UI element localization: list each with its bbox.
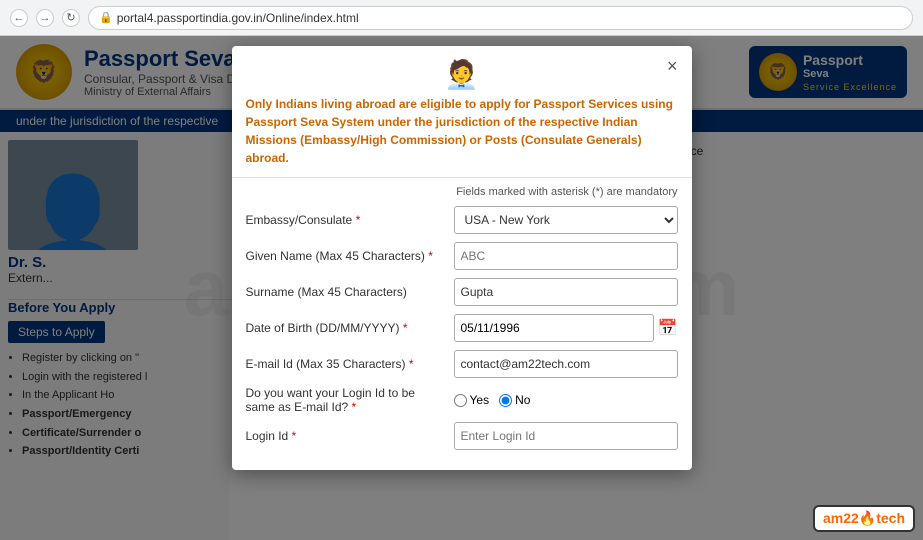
embassy-label: Embassy/Consulate * xyxy=(246,213,446,227)
radio-yes[interactable] xyxy=(454,394,467,407)
given-name-input[interactable] xyxy=(454,242,678,270)
mandatory-note: Fields marked with asterisk (*) are mand… xyxy=(246,186,678,198)
modal-person-icon: 🧑‍💼 xyxy=(444,59,479,90)
email-label: E-mail Id (Max 35 Characters) * xyxy=(246,357,446,371)
login-id-input[interactable] xyxy=(454,422,678,450)
url-text: portal4.passportindia.gov.in/Online/inde… xyxy=(117,11,359,25)
login-id-required-mark: * xyxy=(292,429,297,443)
radio-yes-label[interactable]: Yes xyxy=(454,393,490,407)
am22-flame: 🔥 xyxy=(859,510,876,526)
am22tech-logo: am22🔥tech xyxy=(813,505,915,532)
login-same-label: Do you want your Login Id to be same as … xyxy=(246,386,446,414)
embassy-required-mark: * xyxy=(356,213,361,227)
lock-icon: 🔒 xyxy=(99,11,113,24)
email-row: E-mail Id (Max 35 Characters) * xyxy=(246,350,678,378)
dob-row: Date of Birth (DD/MM/YYYY) * 📅 xyxy=(246,314,678,342)
embassy-row: Embassy/Consulate * USA - New YorkUSA - … xyxy=(246,206,678,234)
dob-wrapper: 📅 xyxy=(454,314,678,342)
am22-text-after: tech xyxy=(876,510,905,526)
radio-no-text: No xyxy=(515,393,530,407)
given-name-row: Given Name (Max 45 Characters) * xyxy=(246,242,678,270)
email-required-mark: * xyxy=(409,357,414,371)
modal-warning-text: Only Indians living abroad are eligible … xyxy=(232,95,692,178)
login-id-label: Login Id * xyxy=(246,429,446,443)
embassy-select[interactable]: USA - New YorkUSA - Los AngelesUSA - Chi… xyxy=(454,206,678,234)
dob-input[interactable] xyxy=(454,314,654,342)
given-name-label: Given Name (Max 45 Characters) * xyxy=(246,249,446,263)
browser-chrome: ← → ↻ 🔒 portal4.passportindia.gov.in/Onl… xyxy=(0,0,923,36)
dob-required-mark: * xyxy=(403,321,408,335)
refresh-button[interactable]: ↻ xyxy=(62,9,80,27)
back-button[interactable]: ← xyxy=(10,9,28,27)
radio-yes-text: Yes xyxy=(470,393,490,407)
am22-text-before: am22 xyxy=(823,510,859,526)
modal-close-button[interactable]: × xyxy=(667,56,678,77)
modal-header: 🧑‍💼 × xyxy=(232,46,692,95)
radio-group: Yes No xyxy=(454,393,531,407)
surname-input[interactable] xyxy=(454,278,678,306)
modal-overlay: 🧑‍💼 × Only Indians living abroad are eli… xyxy=(0,36,923,540)
url-bar[interactable]: 🔒 portal4.passportindia.gov.in/Online/in… xyxy=(88,6,913,30)
radio-no-label[interactable]: No xyxy=(499,393,530,407)
dob-label: Date of Birth (DD/MM/YYYY) * xyxy=(246,321,446,335)
modal-dialog: 🧑‍💼 × Only Indians living abroad are eli… xyxy=(232,46,692,470)
radio-no[interactable] xyxy=(499,394,512,407)
given-name-required-mark: * xyxy=(428,249,433,263)
surname-row: Surname (Max 45 Characters) xyxy=(246,278,678,306)
page-content: 🦁 Passport Seva at Indian Embassies and … xyxy=(0,36,923,540)
login-id-row: Login Id * xyxy=(246,422,678,450)
email-input[interactable] xyxy=(454,350,678,378)
surname-label: Surname (Max 45 Characters) xyxy=(246,285,446,299)
calendar-icon[interactable]: 📅 xyxy=(658,318,678,338)
modal-body: Fields marked with asterisk (*) are mand… xyxy=(232,178,692,470)
login-same-row: Do you want your Login Id to be same as … xyxy=(246,386,678,414)
forward-button[interactable]: → xyxy=(36,9,54,27)
login-same-required-mark: * xyxy=(352,400,357,414)
